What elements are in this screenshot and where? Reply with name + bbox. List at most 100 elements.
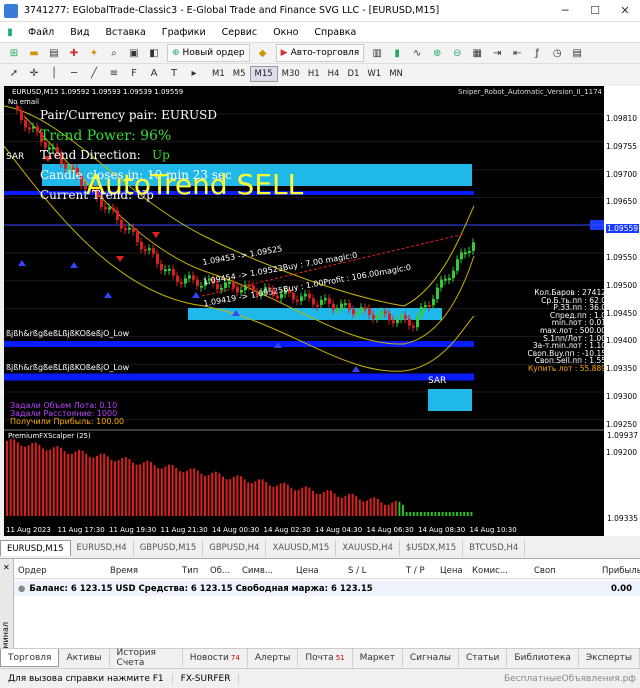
chart-window[interactable]: EURUSD,M15 1.09592 1.09593 1.09539 1.095… xyxy=(4,86,608,536)
chart-tab-btcusd-h4[interactable]: BTCUSD,H4 xyxy=(463,540,526,556)
terminal-tab[interactable]: Библиотека xyxy=(507,649,579,667)
column-header[interactable]: Комис... xyxy=(472,566,508,576)
timeframe-h1[interactable]: H1 xyxy=(304,66,324,82)
column-header[interactable]: Симв... xyxy=(242,566,273,576)
candle-body xyxy=(156,253,159,264)
menu-window[interactable]: Окно xyxy=(265,27,306,38)
autoscroll-icon[interactable]: ⇥ xyxy=(488,45,506,61)
terminal-tab[interactable]: История Счета xyxy=(110,648,183,668)
column-header[interactable]: Ордер xyxy=(18,566,47,576)
shift-icon[interactable]: ⇤ xyxy=(508,45,526,61)
maximize-button[interactable]: ☐ xyxy=(580,0,610,22)
chart-tab-xauusd-m15[interactable]: XAUUSD,M15 xyxy=(266,540,337,556)
bar-chart-icon[interactable]: ▥ xyxy=(368,45,386,61)
timeframe-m15[interactable]: M15 xyxy=(249,65,278,82)
new-order-button[interactable]: ⊕ Новый ордер xyxy=(167,44,250,62)
terminal-tab[interactable]: Маркет xyxy=(353,649,403,667)
candle-body xyxy=(136,232,139,242)
chart-tab-eurusd-h4[interactable]: EURUSD,H4 xyxy=(71,540,134,556)
chart-tab-eurusd-m15[interactable]: EURUSD,M15 xyxy=(0,540,71,556)
column-header[interactable]: Прибыль xyxy=(602,566,640,576)
column-header[interactable]: Цена xyxy=(296,566,319,576)
search-icon[interactable]: ⌕ xyxy=(105,45,123,61)
candles-icon[interactable]: ▮ xyxy=(388,45,406,61)
candle-body xyxy=(276,295,279,299)
terminal-tab[interactable]: Эксперты xyxy=(579,649,640,667)
zoom-in-icon[interactable]: ⊕ xyxy=(428,45,446,61)
timeframe-m5[interactable]: M5 xyxy=(229,66,250,82)
column-header[interactable]: S / L xyxy=(348,566,366,576)
menu-insert[interactable]: Вставка xyxy=(98,27,154,38)
terminal-close-icon[interactable]: ✕ xyxy=(3,563,10,572)
minimize-button[interactable]: ─ xyxy=(550,0,580,22)
chart-tab-gbpusd-m15[interactable]: GBPUSD,M15 xyxy=(134,540,204,556)
candle-body xyxy=(300,296,303,302)
column-header[interactable]: Время xyxy=(110,566,138,576)
terminal-icon[interactable]: ▣ xyxy=(125,45,143,61)
new-chart-icon[interactable]: ⊞ xyxy=(5,45,23,61)
trendline-icon[interactable]: ╱ xyxy=(85,66,103,82)
column-header[interactable]: T / P xyxy=(406,566,425,576)
menu-help[interactable]: Справка xyxy=(306,27,364,38)
market-watch-icon[interactable]: ✚ xyxy=(65,45,83,61)
timeframe-mn[interactable]: MN xyxy=(385,66,407,82)
histogram-bar xyxy=(128,459,131,516)
periods-icon[interactable]: ◷ xyxy=(548,45,566,61)
templates-icon[interactable]: ▤ xyxy=(568,45,586,61)
menu-view[interactable]: Вид xyxy=(62,27,97,38)
open-folder-icon[interactable]: ▬ xyxy=(25,45,43,61)
menu-file[interactable]: Файл xyxy=(20,27,62,38)
indicators-icon[interactable]: ƒ xyxy=(528,45,546,61)
menu-charts[interactable]: Графики xyxy=(154,27,214,38)
fibo-icon[interactable]: F xyxy=(125,66,143,82)
column-header[interactable]: Об... xyxy=(210,566,230,576)
timeframe-w1[interactable]: W1 xyxy=(363,66,385,82)
candle-body xyxy=(332,303,335,310)
timeframe-h4[interactable]: H4 xyxy=(324,66,344,82)
terminal-tab[interactable]: Статьи xyxy=(459,649,508,667)
timeframe-m1[interactable]: M1 xyxy=(208,66,229,82)
vertical-line-icon[interactable]: │ xyxy=(45,66,63,82)
navigator-icon[interactable]: ✦ xyxy=(85,45,103,61)
terminal-tab[interactable]: Сигналы xyxy=(403,649,459,667)
horizontal-line-icon[interactable]: ─ xyxy=(65,66,83,82)
line-chart-icon[interactable]: ∿ xyxy=(408,45,426,61)
current-trend: Current Trend: Up xyxy=(40,188,154,202)
auto-trading-button[interactable]: ▶ Авто-торговля xyxy=(275,44,365,62)
profiles-icon[interactable]: ▤ xyxy=(45,45,63,61)
close-button[interactable]: ✕ xyxy=(610,0,640,22)
timeframe-m30[interactable]: M30 xyxy=(278,66,304,82)
histogram-bar xyxy=(326,490,329,516)
menu-tools[interactable]: Сервис xyxy=(214,27,266,38)
terminal-tab[interactable]: Новости 74 xyxy=(183,649,248,667)
arrows-icon[interactable]: ▸ xyxy=(185,66,203,82)
histogram-bar xyxy=(387,504,390,516)
text-icon[interactable]: A xyxy=(145,66,163,82)
histogram-bar xyxy=(34,442,37,516)
balance-row[interactable]: ● Баланс: 6 123.15 USD Средства: 6 123.1… xyxy=(14,581,640,596)
cursor-icon[interactable]: ➚ xyxy=(5,66,23,82)
column-header[interactable]: Цена xyxy=(440,566,463,576)
terminal-tab[interactable]: Алерты xyxy=(248,649,299,667)
low-level-label-2: ßjßh&rßgßeßLßjßKOßeßjO_Low xyxy=(6,363,130,372)
chart-tab-gbpusd-h4[interactable]: GBPUSD,H4 xyxy=(203,540,267,556)
chart-tab--usdx-m15[interactable]: $USDX,M15 xyxy=(400,540,464,556)
label-icon[interactable]: T xyxy=(165,66,183,82)
column-header[interactable]: Тип xyxy=(182,566,198,576)
crosshair-icon[interactable]: ✛ xyxy=(25,66,43,82)
column-header[interactable]: Своп xyxy=(534,566,556,576)
timeframe-d1[interactable]: D1 xyxy=(343,66,363,82)
terminal-tab[interactable]: Торговля xyxy=(0,649,60,667)
zoom-out-icon[interactable]: ⊖ xyxy=(448,45,466,61)
meta-editor-icon[interactable]: ◆ xyxy=(254,45,272,61)
terminal-tab[interactable]: Активы xyxy=(59,649,110,667)
price-marker: 1.09559 xyxy=(606,224,640,233)
chart-tab-xauusd-h4[interactable]: XAUUSD,H4 xyxy=(336,540,400,556)
terminal-tab[interactable]: Почта 51 xyxy=(298,649,353,667)
tile-icon[interactable]: ▦ xyxy=(468,45,486,61)
histogram-bar xyxy=(99,453,102,516)
tester-icon[interactable]: ◧ xyxy=(145,45,163,61)
histogram-bar xyxy=(124,457,127,516)
channel-icon[interactable]: ≡ xyxy=(105,66,123,82)
candle-body xyxy=(116,210,119,220)
